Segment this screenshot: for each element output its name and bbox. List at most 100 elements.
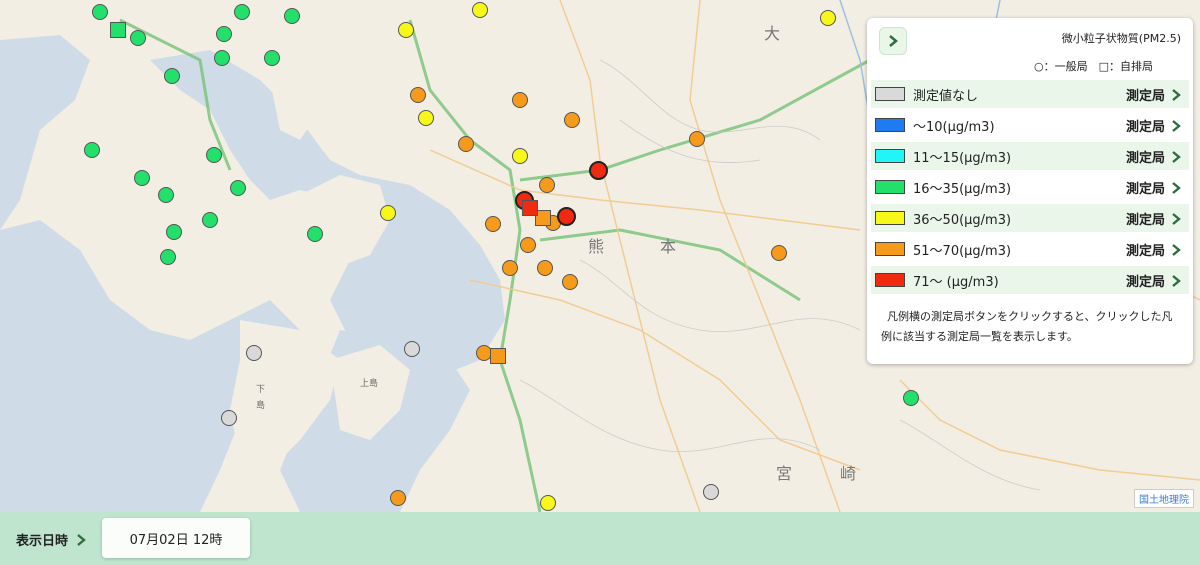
station-list-button[interactable]: 測定局 [1126, 85, 1181, 104]
legend-note: 凡例横の測定局ボタンをクリックすると、クリックした凡例に該当する測定局一覧を表示… [881, 310, 1173, 343]
station-list-button[interactable]: 測定局 [1126, 209, 1181, 228]
station-marker-general[interactable] [689, 131, 705, 147]
chevron-right-icon [1172, 88, 1181, 101]
station-list-button-label: 測定局 [1125, 120, 1165, 135]
station-marker-general[interactable] [214, 50, 230, 66]
legend-swatch [875, 118, 905, 132]
station-marker-general[interactable] [820, 10, 836, 26]
datetime-value[interactable]: 07月02日 12時 [102, 518, 250, 558]
map-attribution[interactable]: 国土地理院 [1134, 489, 1194, 508]
station-marker-general[interactable] [216, 26, 232, 42]
legend-item: 36〜50(μg/m3) 測定局 [871, 204, 1189, 232]
legend-swatch [875, 149, 905, 163]
station-marker-general[interactable] [588, 160, 608, 180]
station-marker-general[interactable] [206, 147, 222, 163]
legend-rows: 測定値なし 測定局〜10(μg/m3) 測定局 11〜15(μg/m3) 測定局 16〜3… [871, 80, 1189, 297]
station-list-button[interactable]: 測定局 [1126, 147, 1181, 166]
legend-label: 71〜 (μg/m3) [913, 274, 999, 290]
map-label-miya: 宮 [776, 464, 793, 483]
map-label-shima: 島 [256, 401, 266, 411]
station-list-button-label: 測定局 [1125, 213, 1165, 228]
legend-swatch [875, 273, 905, 287]
legend-item: 71〜 (μg/m3) 測定局 [871, 266, 1189, 294]
station-list-button-label: 測定局 [1125, 244, 1165, 259]
station-marker-general[interactable] [539, 177, 555, 193]
station-marker-general[interactable] [564, 112, 580, 128]
station-list-button[interactable]: 測定局 [1126, 240, 1181, 259]
station-marker-general[interactable] [164, 68, 180, 84]
legend-swatch [875, 87, 905, 101]
station-list-button[interactable]: 測定局 [1126, 271, 1181, 290]
legend-item: 11〜15(μg/m3) 測定局 [871, 142, 1189, 170]
chevron-right-icon [889, 35, 898, 47]
station-marker-general[interactable] [166, 224, 182, 240]
station-list-button-label: 測定局 [1125, 89, 1165, 104]
station-marker-roadside[interactable] [110, 22, 126, 38]
map-label-shimo: 下 [256, 385, 266, 395]
legend-item: 〜10(μg/m3) 測定局 [871, 111, 1189, 139]
station-marker-general[interactable] [556, 206, 576, 226]
chevron-right-icon [1172, 119, 1181, 132]
station-list-button-label: 測定局 [1125, 275, 1165, 290]
station-marker-general[interactable] [92, 4, 108, 20]
legend-label: 〜10(μg/m3) [913, 119, 995, 135]
legend-label: 11〜15(μg/m3) [913, 150, 1012, 166]
station-marker-general[interactable] [703, 484, 719, 500]
station-marker-general[interactable] [264, 50, 280, 66]
station-marker-general[interactable] [398, 22, 414, 38]
station-marker-general[interactable] [562, 274, 578, 290]
station-list-button[interactable]: 測定局 [1126, 116, 1181, 135]
station-marker-general[interactable] [130, 30, 146, 46]
station-marker-general[interactable] [520, 237, 536, 253]
station-marker-general[interactable] [234, 4, 250, 20]
legend-title: 微小粒子状物質(PM2.5) [1061, 32, 1181, 45]
station-marker-general[interactable] [472, 2, 488, 18]
legend-station-types: ○：一般局 □：自排局 [1034, 60, 1153, 73]
station-marker-general[interactable] [246, 345, 262, 361]
station-marker-general[interactable] [158, 187, 174, 203]
station-marker-general[interactable] [537, 260, 553, 276]
station-marker-general[interactable] [404, 341, 420, 357]
station-marker-general[interactable] [485, 216, 501, 232]
legend-label: 16〜35(μg/m3) [913, 181, 1012, 197]
legend-panel: 微小粒子状物質(PM2.5) ○：一般局 □：自排局 測定値なし 測定局 〜10(μ… [867, 18, 1193, 364]
map-label-kuma: 熊 [588, 237, 605, 256]
station-marker-general[interactable] [502, 260, 518, 276]
bottom-bar: 表示日時 07月02日 12時 [0, 512, 1200, 565]
chevron-right-icon [1172, 243, 1181, 256]
station-marker-general[interactable] [307, 226, 323, 242]
datetime-label-button[interactable]: 表示日時 [16, 530, 86, 549]
station-marker-general[interactable] [230, 180, 246, 196]
station-marker-roadside[interactable] [522, 200, 538, 216]
map-label-saki: 崎 [840, 464, 857, 483]
map-label-hon: 本 [660, 237, 677, 256]
station-marker-general[interactable] [903, 390, 919, 406]
datetime-label: 表示日時 [16, 534, 69, 549]
legend-item: 測定値なし 測定局 [871, 80, 1189, 108]
station-list-button-label: 測定局 [1125, 182, 1165, 197]
station-marker-general[interactable] [512, 92, 528, 108]
station-marker-general[interactable] [202, 212, 218, 228]
station-marker-roadside[interactable] [490, 348, 506, 364]
station-marker-general[interactable] [390, 490, 406, 506]
station-marker-general[interactable] [771, 245, 787, 261]
station-list-button[interactable]: 測定局 [1126, 178, 1181, 197]
station-marker-general[interactable] [134, 170, 150, 186]
station-marker-general[interactable] [410, 87, 426, 103]
chevron-right-icon [1172, 150, 1181, 163]
station-marker-general[interactable] [380, 205, 396, 221]
legend-item: 51〜70(μg/m3) 測定局 [871, 235, 1189, 263]
legend-swatch [875, 242, 905, 256]
chevron-right-icon [1172, 274, 1181, 287]
station-marker-general[interactable] [84, 142, 100, 158]
legend-swatch [875, 211, 905, 225]
station-marker-general[interactable] [512, 148, 528, 164]
station-marker-general[interactable] [458, 136, 474, 152]
station-marker-general[interactable] [540, 495, 556, 511]
station-marker-general[interactable] [418, 110, 434, 126]
map-label-kamishima: 上島 [360, 379, 379, 389]
station-marker-general[interactable] [221, 410, 237, 426]
legend-toggle-button[interactable] [879, 27, 907, 55]
station-marker-general[interactable] [160, 249, 176, 265]
station-marker-general[interactable] [284, 8, 300, 24]
